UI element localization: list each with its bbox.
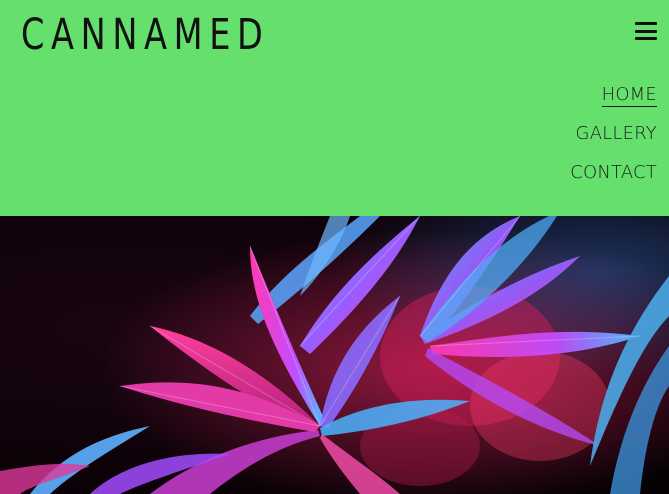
cannabis-leaves-image — [0, 216, 669, 494]
menu-bar — [635, 37, 657, 40]
main-nav: HOME GALLERY CONTACT — [570, 83, 657, 200]
nav-link-home[interactable]: HOME — [601, 84, 657, 107]
site-header: CANNAMED HOME GALLERY CONTACT — [0, 0, 669, 216]
nav-link-gallery[interactable]: GALLERY — [576, 123, 657, 144]
page: CANNAMED HOME GALLERY CONTACT — [0, 0, 669, 494]
nav-item-gallery: GALLERY — [570, 122, 657, 161]
menu-bar — [635, 29, 657, 33]
hamburger-menu-icon[interactable] — [635, 22, 657, 40]
menu-bar — [635, 22, 657, 25]
nav-link-contact[interactable]: CONTACT — [570, 162, 657, 183]
nav-item-home: HOME — [570, 83, 657, 122]
hero-image — [0, 216, 669, 494]
site-logo[interactable]: CANNAMED — [21, 12, 269, 58]
nav-item-contact: CONTACT — [570, 161, 657, 200]
